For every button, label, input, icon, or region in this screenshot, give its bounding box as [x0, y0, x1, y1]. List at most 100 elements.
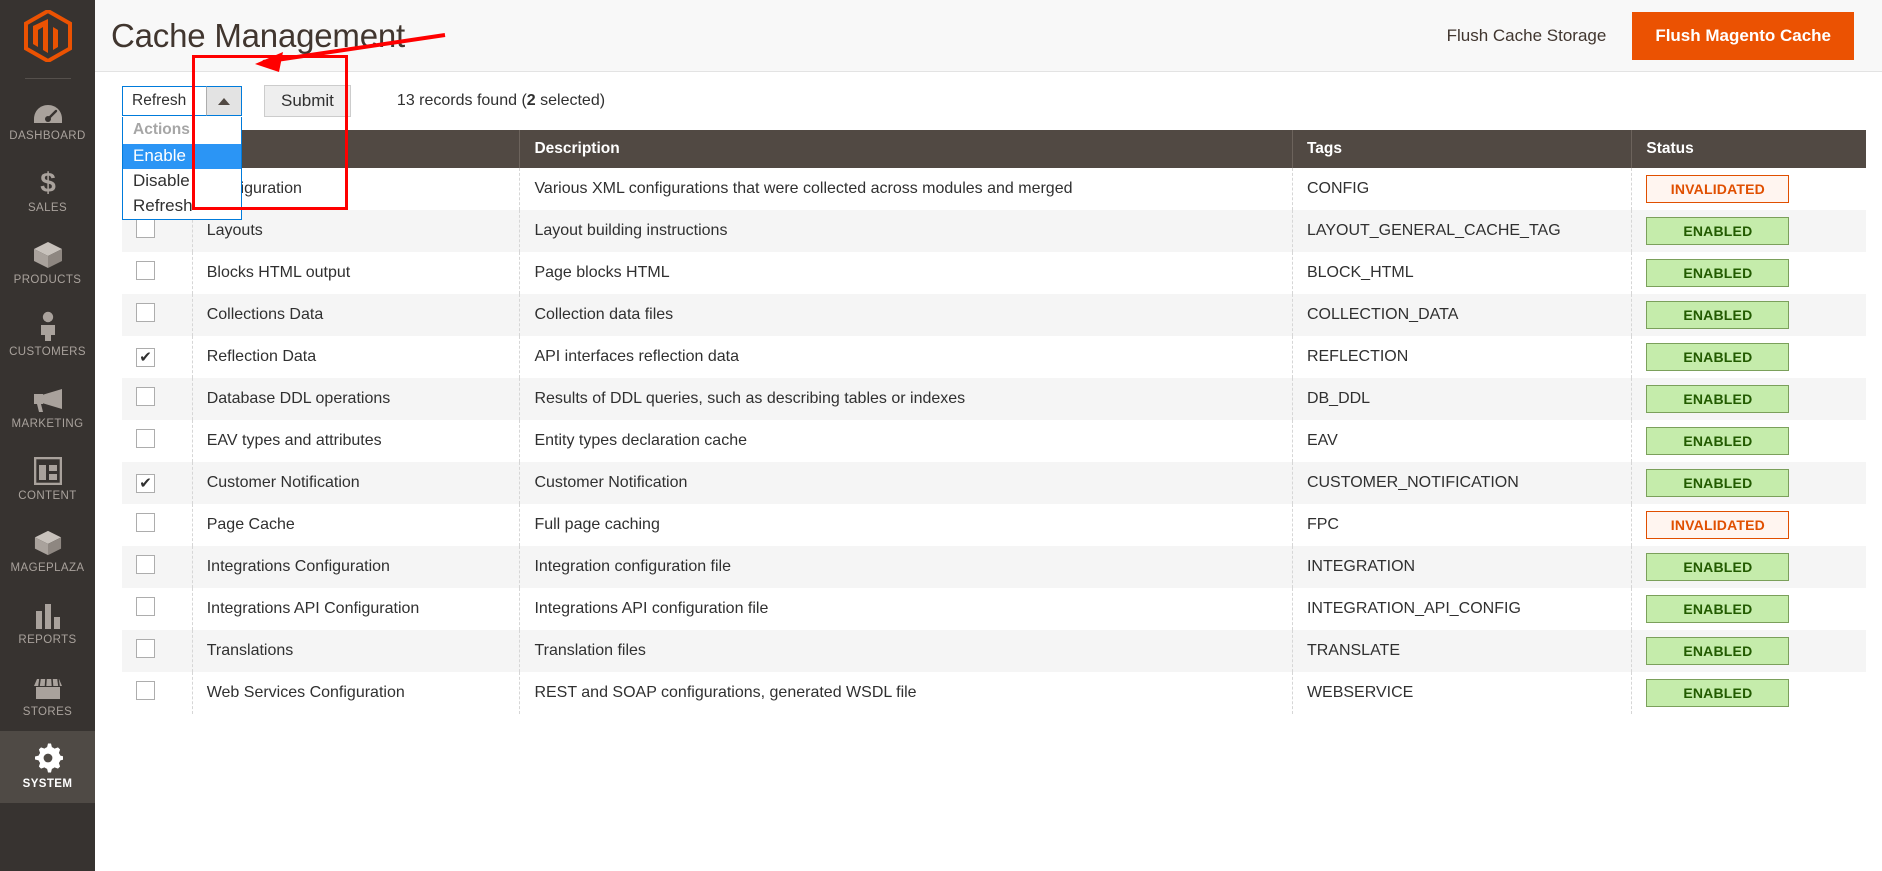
admin-sidebar: DASHBOARD $ SALES PRODUCTS CUSTOMERS MAR…	[0, 0, 95, 871]
submit-button[interactable]: Submit	[264, 85, 351, 117]
row-select-cell: ✔	[122, 588, 193, 630]
row-type-cell: EAV types and attributes	[192, 420, 521, 462]
table-row: ✔LayoutsLayout building instructionsLAYO…	[122, 210, 1866, 252]
row-tags-cell: INTEGRATION	[1292, 546, 1633, 588]
row-checkbox[interactable]: ✔	[136, 347, 155, 367]
mass-action-dropdown[interactable]: Actions Enable Disable Refresh	[122, 117, 242, 220]
row-select-cell: ✔	[122, 378, 193, 420]
row-checkbox[interactable]: ✔	[136, 219, 155, 238]
row-select-cell: ✔	[122, 462, 193, 504]
row-select-cell: ✔	[122, 420, 193, 462]
row-status-cell: ENABLED	[1632, 336, 1866, 378]
row-tags-cell: EAV	[1292, 420, 1633, 462]
sidebar-item-dashboard[interactable]: DASHBOARD	[0, 83, 95, 155]
chevron-up-icon[interactable]	[206, 86, 242, 116]
flush-magento-cache-button[interactable]: Flush Magento Cache	[1632, 11, 1854, 60]
dropdown-option-enable[interactable]: Enable	[123, 144, 241, 169]
page-header: Cache Management Flush Cache Storage Flu…	[95, 0, 1882, 72]
sidebar-item-products[interactable]: PRODUCTS	[0, 227, 95, 299]
svg-text:$: $	[40, 167, 56, 197]
grid-toolbar: Refresh Actions Enable Disable Refresh S…	[95, 72, 1882, 220]
row-status-cell: INVALIDATED	[1632, 504, 1866, 546]
sidebar-item-reports[interactable]: REPORTS	[0, 587, 95, 659]
sidebar-item-stores[interactable]: STORES	[0, 659, 95, 731]
row-checkbox[interactable]: ✔	[136, 513, 155, 532]
status-badge: ENABLED	[1646, 343, 1790, 371]
table-row: ✔ Collections DataCollection data filesCO…	[122, 294, 1866, 336]
row-description-cell: Layout building instructions	[519, 210, 1293, 252]
sidebar-label: CONTENT	[18, 490, 77, 503]
row-select-cell: ✔	[122, 504, 193, 546]
row-checkbox[interactable]: ✔	[136, 261, 155, 280]
sidebar-item-content[interactable]: CONTENT	[0, 443, 95, 515]
table-row: ✔ Customer Notification Customer Notificat…	[122, 462, 1866, 504]
row-select-cell: ✔	[122, 672, 193, 714]
row-checkbox[interactable]: ✔	[136, 429, 155, 448]
row-type-cell: Translations	[192, 630, 521, 672]
row-status-cell: ENABLED	[1632, 672, 1866, 714]
row-checkbox[interactable]: ✔	[136, 303, 155, 322]
cache-grid: Type Description Tags Status ✔Configurat…	[122, 130, 1866, 714]
column-header-status[interactable]: Status	[1631, 130, 1866, 168]
records-found-label: 13 records found (2 selected)	[397, 92, 605, 110]
check-icon: ✔	[139, 474, 152, 492]
mass-action-select[interactable]: Refresh Actions Enable Disable Refresh	[122, 86, 242, 220]
dashboard-gauge-icon	[31, 95, 65, 125]
row-type-cell: Collections Data	[192, 294, 521, 336]
row-select-cell: ✔	[122, 630, 193, 672]
grid-body: ✔ConfigurationVarious XML configurations…	[122, 168, 1866, 714]
column-header-description[interactable]: Description	[519, 130, 1293, 168]
row-select-cell: ✔	[122, 336, 193, 378]
row-tags-cell: WEBSERVICE	[1292, 672, 1633, 714]
status-badge: ENABLED	[1646, 679, 1790, 707]
sidebar-item-marketing[interactable]: MARKETING	[0, 371, 95, 443]
sidebar-item-system[interactable]: SYSTEM	[0, 731, 95, 803]
records-prefix: 13 records found (	[396, 92, 527, 109]
row-checkbox[interactable]: ✔	[136, 387, 155, 406]
row-status-cell: ENABLED	[1632, 546, 1866, 588]
table-row: ✔ Reflection Data API interfaces reflectio…	[122, 336, 1866, 378]
sidebar-label: MAGEPLAZA	[10, 562, 85, 575]
flush-cache-storage-button[interactable]: Flush Cache Storage	[1447, 26, 1607, 46]
sidebar-label: MARKETING	[11, 418, 84, 431]
bar-chart-icon	[31, 599, 65, 630]
row-description-cell: API interfaces reflection data	[519, 336, 1293, 378]
dropdown-option-refresh[interactable]: Refresh	[123, 194, 241, 219]
status-badge: ENABLED	[1646, 595, 1790, 623]
row-type-cell: Web Services Configuration	[192, 672, 521, 714]
row-checkbox[interactable]: ✔	[136, 555, 155, 574]
column-header-tags[interactable]: Tags	[1292, 130, 1633, 168]
status-badge: ENABLED	[1646, 301, 1790, 329]
row-status-cell: ENABLED	[1632, 420, 1866, 462]
sidebar-label: SALES	[27, 202, 68, 215]
grid-header: Type Description Tags Status	[122, 130, 1866, 168]
storefront-icon	[31, 671, 65, 701]
magento-logo-icon[interactable]	[0, 0, 95, 72]
row-description-cell: Integrations API configuration file	[519, 588, 1293, 630]
status-badge: ENABLED	[1646, 469, 1790, 497]
sidebar-item-sales[interactable]: $ SALES	[0, 155, 95, 227]
row-checkbox[interactable]: ✔	[136, 639, 155, 658]
main-content: Cache Management Flush Cache Storage Flu…	[95, 0, 1882, 871]
grid-header-row: Type Description Tags Status	[122, 130, 1866, 168]
box-icon	[31, 239, 65, 269]
dropdown-option-disable[interactable]: Disable	[123, 169, 241, 194]
status-badge: ENABLED	[1646, 637, 1790, 665]
row-checkbox[interactable]: ✔	[136, 597, 155, 616]
mass-action-select-value[interactable]: Refresh	[122, 86, 206, 116]
status-badge: ENABLED	[1646, 385, 1790, 413]
row-status-cell: ENABLED	[1632, 588, 1866, 630]
sidebar-label: PRODUCTS	[13, 274, 82, 287]
row-description-cell: Results of DDL queries, such as describi…	[519, 378, 1293, 420]
row-checkbox[interactable]: ✔	[136, 681, 155, 700]
megaphone-icon	[31, 383, 65, 413]
dropdown-title: Actions	[123, 117, 241, 144]
sidebar-item-mageplaza[interactable]: MAGEPLAZA	[0, 515, 95, 587]
status-badge: ENABLED	[1646, 259, 1790, 287]
row-tags-cell: REFLECTION	[1292, 336, 1633, 378]
row-type-cell: Integrations Configuration	[192, 546, 521, 588]
sidebar-item-customers[interactable]: CUSTOMERS	[0, 299, 95, 371]
row-tags-cell: CONFIG	[1292, 168, 1633, 210]
row-checkbox[interactable]: ✔	[136, 473, 155, 493]
cache-management-page: DASHBOARD $ SALES PRODUCTS CUSTOMERS MAR…	[0, 0, 1882, 871]
